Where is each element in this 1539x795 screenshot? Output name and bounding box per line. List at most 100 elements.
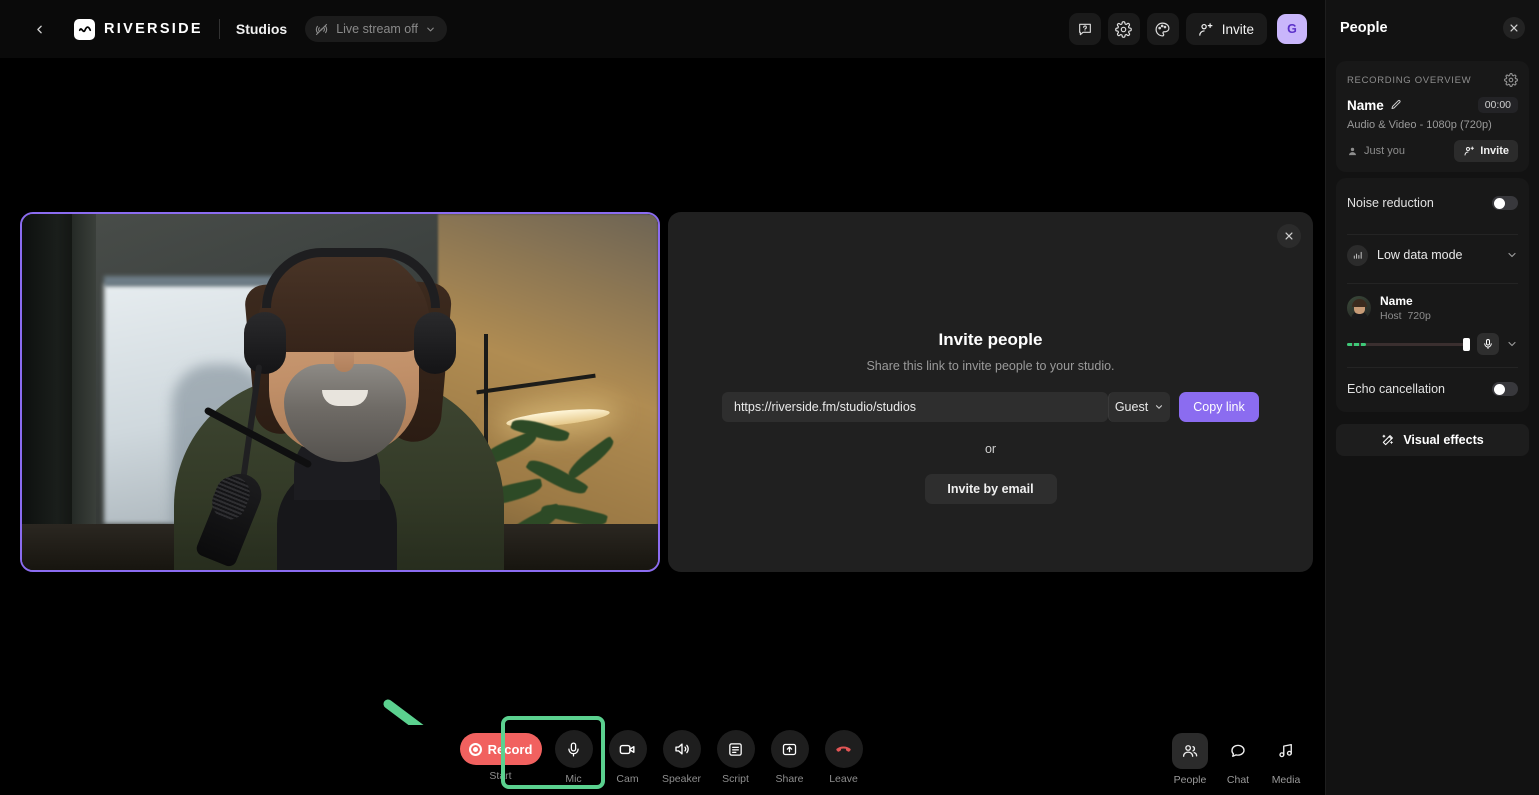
media-tab-label: Media [1272, 774, 1301, 786]
panel-switcher: People Chat Media [1168, 733, 1308, 786]
header-actions: Invite G [1069, 13, 1307, 45]
recording-timer: 00:00 [1478, 97, 1518, 113]
recording-overview-kicker: RECORDING OVERVIEW [1347, 75, 1471, 86]
video-camera-icon[interactable] [609, 730, 647, 768]
chat-bubble-icon[interactable] [1220, 733, 1256, 769]
share-label: Share [775, 773, 803, 785]
recording-quality: Audio & Video - 1080p (720p) [1347, 119, 1518, 131]
invite-panel-title: Invite people [668, 330, 1313, 350]
audio-settings-card: Noise reduction Low data mode Name [1336, 178, 1529, 412]
appearance-button[interactable] [1147, 13, 1179, 45]
copy-link-button[interactable]: Copy link [1179, 392, 1259, 422]
low-data-mode-label: Low data mode [1377, 248, 1462, 262]
visual-effects-button[interactable]: Visual effects [1336, 424, 1529, 456]
invite-button[interactable]: Invite [1186, 13, 1267, 45]
people-panel-title: People [1340, 20, 1388, 36]
local-video-tile[interactable] [20, 212, 660, 572]
low-data-mode-row[interactable]: Low data mode [1347, 239, 1518, 271]
participant-meta: Host 720p [1380, 310, 1431, 322]
person-add-icon [1197, 21, 1214, 38]
brand-logo[interactable]: RIVERSIDE [74, 19, 203, 40]
signal-icon [1347, 245, 1368, 266]
people-icon[interactable] [1172, 733, 1208, 769]
echo-cancellation-toggle[interactable] [1492, 382, 1518, 396]
people-panel: People RECORDING OVERVIEW Name 00:00 [1325, 0, 1539, 795]
invite-role-select[interactable]: Guest [1108, 392, 1170, 422]
chevron-down-icon[interactable] [1506, 338, 1518, 350]
video-scene [22, 214, 658, 570]
participant-audio-row [1347, 333, 1518, 355]
recording-name: Name [1347, 98, 1384, 113]
record-button[interactable]: Record [460, 733, 542, 765]
noise-reduction-toggle[interactable] [1492, 196, 1518, 210]
pencil-icon[interactable] [1390, 99, 1402, 111]
audio-level-slider[interactable] [1347, 343, 1470, 346]
phone-hangup-icon[interactable] [825, 730, 863, 768]
noise-reduction-label: Noise reduction [1347, 196, 1434, 210]
invite-by-email-button[interactable]: Invite by email [925, 474, 1057, 504]
people-tab[interactable]: People [1168, 733, 1212, 786]
script-control[interactable]: Script [712, 730, 760, 785]
avatar[interactable]: G [1277, 14, 1307, 44]
settings-button[interactable] [1108, 13, 1140, 45]
chat-tab[interactable]: Chat [1216, 733, 1260, 786]
invite-role-value: Guest [1115, 400, 1148, 414]
invite-or-label: or [668, 442, 1313, 456]
echo-cancellation-label: Echo cancellation [1347, 382, 1445, 396]
record-control[interactable]: Record Start [458, 730, 544, 782]
people-tab-label: People [1174, 774, 1207, 786]
record-sub-label: Start [489, 770, 511, 782]
panel-invite-button[interactable]: Invite [1454, 140, 1518, 162]
invite-button-label: Invite [1222, 22, 1254, 37]
gear-icon[interactable] [1504, 73, 1518, 87]
avatar [1347, 296, 1371, 320]
record-dot-icon [469, 743, 482, 756]
invite-panel-subtitle: Share this link to invite people to your… [668, 359, 1313, 373]
speaker-label: Speaker [662, 773, 701, 785]
cam-label: Cam [616, 773, 638, 785]
share-control[interactable]: Share [766, 730, 814, 785]
share-screen-icon[interactable] [771, 730, 809, 768]
microphone-icon[interactable] [1477, 333, 1499, 355]
section-label: Studios [236, 21, 287, 37]
mic-control[interactable]: Mic [550, 730, 598, 785]
leave-label: Leave [829, 773, 858, 785]
record-button-label: Record [488, 742, 533, 757]
close-icon[interactable] [1277, 224, 1301, 248]
divider [1347, 234, 1518, 235]
media-tab[interactable]: Media [1264, 733, 1308, 786]
invite-link-input[interactable]: https://riverside.fm/studio/studios [722, 392, 1108, 422]
panel-invite-label: Invite [1480, 145, 1509, 157]
header-divider [219, 19, 220, 39]
music-note-icon[interactable] [1268, 733, 1304, 769]
chevron-down-icon [425, 24, 436, 35]
leave-control[interactable]: Leave [820, 730, 868, 785]
invite-people-panel: Invite people Share this link to invite … [668, 212, 1313, 572]
noise-reduction-row[interactable]: Noise reduction [1347, 184, 1518, 222]
chevron-down-icon [1154, 402, 1164, 412]
back-button[interactable] [24, 14, 54, 44]
script-icon[interactable] [717, 730, 755, 768]
recording-overview-card: RECORDING OVERVIEW Name 00:00 Audio & Vi… [1336, 61, 1529, 172]
speaker-icon[interactable] [663, 730, 701, 768]
stage-area: Invite people Share this link to invite … [0, 58, 1325, 725]
brand-name: RIVERSIDE [104, 21, 203, 37]
broadcast-off-icon [314, 22, 329, 37]
live-stream-toggle[interactable]: Live stream off [305, 16, 447, 42]
participant-row[interactable]: Name Host 720p [1347, 294, 1518, 322]
magic-wand-icon [1381, 433, 1395, 447]
divider [1347, 283, 1518, 284]
person-add-icon [1463, 145, 1475, 157]
app-header: RIVERSIDE Studios Live stream off [0, 0, 1325, 58]
speaker-control[interactable]: Speaker [658, 730, 706, 785]
chevron-down-icon[interactable] [1506, 249, 1518, 261]
close-icon[interactable] [1503, 17, 1525, 39]
cam-control[interactable]: Cam [604, 730, 652, 785]
invite-link-row: https://riverside.fm/studio/studios Gues… [722, 392, 1259, 422]
echo-cancellation-row[interactable]: Echo cancellation [1347, 370, 1518, 408]
divider [1347, 367, 1518, 368]
people-panel-header: People [1326, 0, 1539, 55]
call-controls: Record Start Mic Cam [458, 730, 868, 785]
microphone-icon[interactable] [555, 730, 593, 768]
feedback-button[interactable] [1069, 13, 1101, 45]
